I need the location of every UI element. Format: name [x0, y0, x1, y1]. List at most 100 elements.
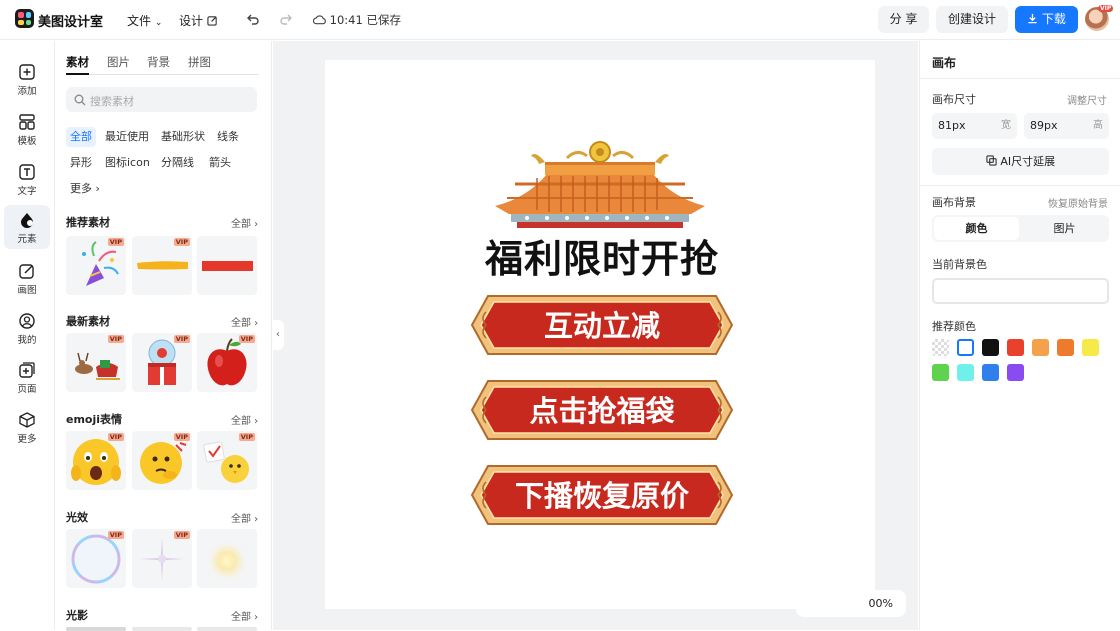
chip-basic-shapes[interactable]: 基础形状 — [157, 127, 209, 147]
rail-label: 页面 — [17, 384, 37, 395]
asset-thumb[interactable]: VIP — [66, 431, 126, 490]
chip-arrows[interactable]: 箭头 — [205, 153, 235, 173]
swatch-yellow[interactable] — [1082, 339, 1099, 356]
cube-icon — [19, 412, 35, 428]
app-logo-icon[interactable] — [15, 9, 34, 28]
asset-thumb[interactable]: VIP — [66, 529, 126, 588]
width-field[interactable]: 81px 宽 — [932, 113, 1017, 139]
asset-thumb[interactable]: VIP — [197, 333, 257, 392]
swatch-blue[interactable] — [982, 364, 999, 381]
asset-thumb[interactable]: VIP — [132, 431, 192, 490]
undo-icon[interactable] — [246, 12, 260, 26]
palace-roof-decoration[interactable] — [487, 138, 713, 238]
download-button[interactable]: 下载 — [1015, 6, 1078, 33]
bg-tab-image[interactable]: 图片 — [1022, 217, 1107, 240]
chevron-right-icon: › — [95, 182, 100, 195]
chip-all[interactable]: 全部 — [66, 127, 96, 147]
chevron-down-icon: ⌄ — [154, 18, 163, 28]
canvas-button-1[interactable]: 互动立减 — [468, 292, 736, 358]
rail-item-templates[interactable]: 模板 — [4, 107, 50, 151]
rail-item-text[interactable]: 文字 — [4, 157, 50, 201]
rail-label: 元素 — [17, 234, 37, 245]
tab-materials[interactable]: 素材 — [66, 54, 89, 70]
rail-item-mine[interactable]: 我的 — [4, 306, 50, 350]
tab-images[interactable]: 图片 — [107, 54, 130, 70]
see-all-label: 全部 — [231, 219, 251, 230]
download-label: 下载 — [1041, 12, 1066, 26]
see-all-link[interactable]: 全部 › — [231, 314, 258, 329]
swatch-red[interactable] — [1007, 339, 1024, 356]
see-all-label: 全部 — [231, 612, 251, 623]
rail-label: 添加 — [17, 86, 37, 97]
swatch-green[interactable] — [932, 364, 949, 381]
asset-thumb[interactable]: VIP — [132, 529, 192, 588]
ai-extend-button[interactable]: AI尺寸延展 — [932, 148, 1109, 175]
asset-thumb[interactable]: VIP — [66, 333, 126, 392]
create-design-button[interactable]: 创建设计 — [936, 6, 1008, 33]
chip-more[interactable]: 更多 › — [66, 179, 104, 199]
swatch-purple[interactable] — [1007, 364, 1024, 381]
adjust-size-link[interactable]: 调整尺寸 — [1067, 92, 1107, 107]
swatch-cyan[interactable] — [957, 364, 974, 381]
see-all-link[interactable]: 全部 › — [231, 412, 258, 427]
pencil-icon — [19, 264, 34, 279]
chip-irregular[interactable]: 异形 — [66, 153, 96, 173]
asset-thumb[interactable] — [197, 529, 257, 588]
design-menu-label: 设计 — [179, 14, 204, 28]
asset-panel: 素材 图片 背景 拼图 搜索素材 全部 最近使用 基础形状 线条 异形 图标ic… — [56, 41, 272, 631]
chip-recent[interactable]: 最近使用 — [101, 127, 153, 147]
chip-lines[interactable]: 线条 — [213, 127, 243, 147]
asset-thumb[interactable]: VIP — [132, 236, 192, 295]
canvas-title[interactable]: 福利限时开抢 — [467, 228, 737, 283]
asset-thumb[interactable] — [66, 627, 126, 631]
properties-panel: 画布 画布尺寸 调整尺寸 81px 宽 89px 高 AI尺寸延展 画布背景 恢复原… — [919, 41, 1120, 630]
share-button[interactable]: 分 享 — [878, 6, 929, 33]
asset-thumb[interactable]: VIP — [132, 333, 192, 392]
see-all-link[interactable]: 全部 › — [231, 215, 258, 230]
swatch-black[interactable] — [982, 339, 999, 356]
height-field[interactable]: 89px 高 — [1024, 113, 1109, 139]
zoom-control[interactable]: 00% — [796, 590, 906, 617]
rail-item-pages[interactable]: 页面 — [4, 355, 50, 399]
collapse-panel-button[interactable]: ‹ — [272, 320, 284, 350]
see-all-link[interactable]: 全部 › — [231, 608, 258, 623]
restore-bg-link[interactable]: 恢复原始背景 — [1048, 195, 1108, 210]
divider — [920, 185, 1120, 186]
bg-tab-color[interactable]: 颜色 — [934, 217, 1019, 240]
see-all-link[interactable]: 全部 › — [231, 510, 258, 525]
design-menu[interactable]: 设计 — [179, 12, 218, 29]
swatch-orange[interactable] — [1057, 339, 1074, 356]
tab-collage[interactable]: 拼图 — [188, 54, 211, 70]
swatch-light-orange[interactable] — [1032, 339, 1049, 356]
chevron-left-icon: ‹ — [276, 329, 280, 340]
canvas-button-2[interactable]: 点击抢福袋 — [468, 377, 736, 443]
canvas-button-3[interactable]: 下播恢复原价 — [468, 462, 736, 528]
asset-thumb[interactable] — [132, 627, 192, 631]
current-bg-color[interactable] — [932, 278, 1109, 304]
rail-item-draw[interactable]: 画图 — [4, 256, 50, 300]
chip-more-label: 更多 — [70, 182, 92, 195]
swatch-transparent[interactable] — [932, 339, 949, 356]
asset-thumb[interactable]: VIP — [66, 236, 126, 295]
rail-item-add[interactable]: 添加 — [4, 57, 50, 101]
ai-resize-icon — [986, 155, 997, 166]
swatch-white[interactable] — [957, 339, 974, 356]
rail-item-more[interactable]: 更多 — [4, 405, 50, 449]
chip-dividers[interactable]: 分隔线 — [157, 153, 198, 173]
file-menu[interactable]: 文件 ⌄ — [127, 12, 162, 29]
asset-thumb[interactable] — [197, 236, 257, 295]
search-input[interactable]: 搜索素材 — [66, 87, 257, 112]
brand-name[interactable]: 美图设计室 — [38, 11, 103, 30]
canvas-button-1-label: 互动立减 — [544, 309, 660, 343]
file-menu-label: 文件 — [127, 14, 152, 28]
rail-item-elements[interactable]: 元素 — [4, 205, 50, 249]
left-rail: 添加 模板 文字 元素 画图 我的 页面 更多 — [0, 41, 55, 630]
asset-thumb[interactable] — [197, 627, 257, 631]
asset-thumb[interactable]: VIP — [197, 431, 257, 490]
redo-icon[interactable] — [279, 12, 293, 26]
tab-backgrounds[interactable]: 背景 — [147, 54, 170, 70]
plus-square-icon — [19, 64, 35, 80]
divider — [920, 78, 1120, 79]
section-title: 光效 — [66, 511, 88, 524]
chip-icons[interactable]: 图标icon — [101, 153, 154, 173]
